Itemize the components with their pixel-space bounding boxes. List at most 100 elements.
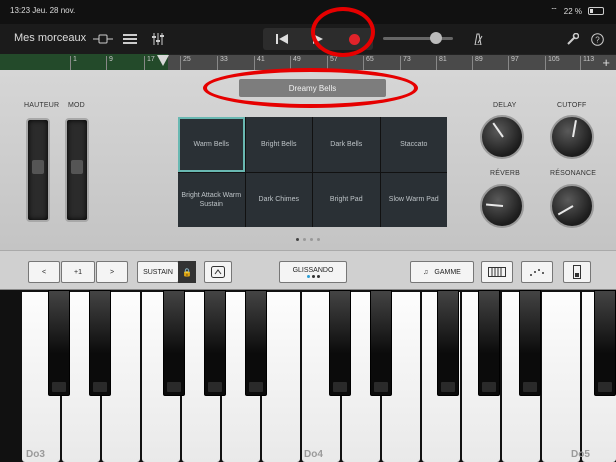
record-button[interactable] — [337, 30, 371, 48]
pad-slow-warm-pad[interactable]: Slow Warm Pad — [380, 172, 447, 227]
transport-controls — [263, 28, 373, 50]
velocity-button[interactable] — [563, 261, 591, 283]
bar-number: 25 — [180, 56, 191, 70]
toolbar: Mes morceaux ? — [0, 24, 616, 54]
help-icon[interactable]: ? — [588, 30, 606, 48]
status-bar: 13:23 Jeu. 28 nov. ⌔ 22 % — [0, 0, 616, 24]
black-key[interactable] — [48, 290, 70, 396]
pad-bright-bells[interactable]: Bright Bells — [245, 117, 312, 172]
keyboard-layout-button[interactable] — [481, 261, 513, 283]
page-dot — [317, 238, 320, 241]
key-label-do5: Do5 — [571, 449, 590, 460]
tracks-list-icon[interactable] — [120, 30, 140, 48]
resonance-knob[interactable] — [550, 184, 594, 228]
wrench-icon[interactable] — [564, 30, 582, 48]
black-key[interactable] — [245, 290, 267, 396]
page-dot — [296, 238, 299, 241]
bar-number: 105 — [545, 56, 560, 70]
key-label-do3: Do3 — [26, 449, 45, 460]
cutoff-knob[interactable] — [550, 115, 594, 159]
scale-button[interactable]: ♫ GAMME — [410, 261, 474, 283]
piano-keys-icon — [488, 267, 506, 277]
wifi-icon: ⌔ — [550, 6, 558, 15]
play-icon — [313, 34, 323, 44]
arpeggio-button[interactable] — [521, 261, 553, 283]
delay-knob[interactable] — [480, 115, 524, 159]
arpeggio-icon — [530, 269, 544, 276]
view-toggle-icon[interactable] — [92, 30, 114, 48]
add-section-icon[interactable]: + — [602, 55, 610, 70]
page-indicator[interactable] — [296, 238, 320, 241]
bar-number: 65 — [363, 56, 374, 70]
pad-dark-bells[interactable]: Dark Bells — [313, 117, 380, 172]
glissando-label: GLISSANDO — [292, 266, 334, 274]
mixer-icon[interactable] — [148, 30, 168, 48]
lock-icon[interactable]: 🔒 — [178, 261, 196, 283]
bar-number: 89 — [472, 56, 483, 70]
status-time: 13:23 Jeu. 28 nov. — [10, 6, 76, 15]
pad-dark-chimes[interactable]: Dark Chimes — [245, 172, 312, 227]
black-key[interactable] — [437, 290, 459, 396]
white-key[interactable] — [262, 292, 300, 462]
black-key[interactable] — [478, 290, 500, 396]
black-key[interactable] — [370, 290, 392, 396]
volume-slider-knob[interactable] — [430, 32, 442, 44]
pad-grid: Warm Bells Bright Bells Dark Bells Stacc… — [178, 117, 447, 227]
battery-icon — [588, 7, 604, 15]
black-key[interactable] — [519, 290, 541, 396]
svg-text:?: ? — [595, 35, 600, 44]
bar-number: 1 — [70, 56, 77, 70]
bar-number: 57 — [327, 56, 338, 70]
arpeggiator-button[interactable] — [204, 261, 232, 283]
recorded-region[interactable] — [0, 54, 168, 70]
playhead[interactable] — [157, 55, 169, 66]
black-key[interactable] — [89, 290, 111, 396]
my-songs-button[interactable]: Mes morceaux — [14, 32, 86, 44]
octave-value: +1 — [61, 261, 95, 283]
preset-name[interactable]: Dreamy Bells — [239, 79, 386, 97]
pad-bright-attack-warm-sustain[interactable]: Bright Attack Warm Sustain — [178, 172, 245, 227]
glissando-button[interactable]: GLISSANDO — [279, 261, 347, 283]
bar-number: 49 — [290, 56, 301, 70]
page-dot — [303, 238, 306, 241]
reverb-label: RÉVERB — [490, 170, 520, 177]
record-icon — [348, 33, 360, 45]
key-label-do4: Do4 — [304, 449, 323, 460]
metronome-icon[interactable] — [468, 30, 488, 48]
rewind-button[interactable] — [265, 30, 299, 48]
battery-percent: 22 % — [563, 6, 582, 16]
bar-number: 81 — [436, 56, 447, 70]
pad-bright-pad[interactable]: Bright Pad — [313, 172, 380, 227]
bar-number: 17 — [144, 56, 155, 70]
glissando-mode-dots — [306, 274, 320, 278]
volume-slider-track[interactable] — [383, 37, 453, 40]
rewind-icon — [276, 34, 288, 44]
velocity-icon — [573, 265, 581, 279]
sustain-button[interactable]: SUSTAIN — [137, 261, 179, 283]
white-key[interactable] — [542, 292, 580, 462]
pad-warm-bells[interactable]: Warm Bells — [178, 117, 245, 172]
status-right: ⌔ 22 % — [550, 6, 604, 16]
delay-label: DELAY — [493, 102, 517, 109]
black-key[interactable] — [594, 290, 616, 396]
pitch-wheel[interactable] — [26, 118, 50, 222]
bar-number: 41 — [254, 56, 265, 70]
play-button[interactable] — [301, 30, 335, 48]
black-key[interactable] — [204, 290, 226, 396]
pitch-wheel-label: HAUTEUR — [24, 102, 60, 109]
note-icon: ♫ — [423, 268, 429, 276]
bar-number: 97 — [508, 56, 519, 70]
mod-wheel[interactable] — [65, 118, 89, 222]
black-key[interactable] — [163, 290, 185, 396]
mod-wheel-label: MOD — [68, 102, 85, 109]
black-key[interactable] — [329, 290, 351, 396]
octave-down-button[interactable]: < — [28, 261, 60, 283]
reverb-knob[interactable] — [480, 184, 524, 228]
resonance-label: RÉSONANCE — [550, 170, 597, 177]
cutoff-label: CUTOFF — [557, 102, 587, 109]
pad-staccato[interactable]: Staccato — [380, 117, 447, 172]
bar-number: 73 — [400, 56, 411, 70]
octave-up-button[interactable]: > — [96, 261, 128, 283]
bar-number: 33 — [217, 56, 228, 70]
arpeggiator-icon — [211, 266, 225, 278]
